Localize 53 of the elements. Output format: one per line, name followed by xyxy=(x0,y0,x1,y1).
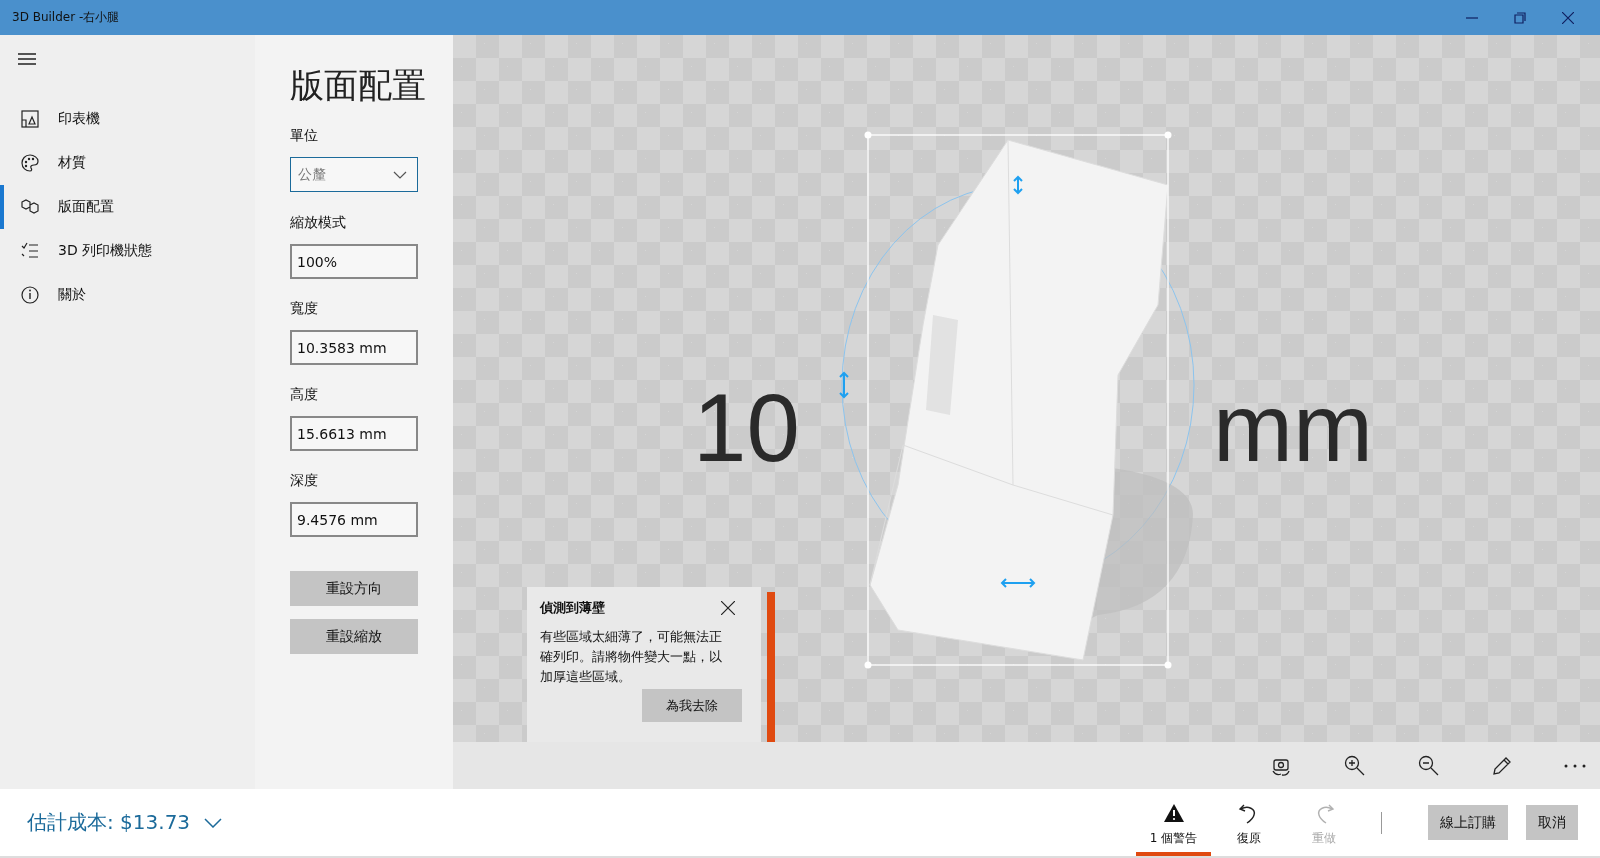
field-label: 寬度 xyxy=(290,300,318,318)
dropdown-value: 公釐 xyxy=(298,165,326,184)
more-icon[interactable] xyxy=(1564,763,1586,768)
zoom-out-icon[interactable] xyxy=(1418,754,1440,777)
palette-icon xyxy=(21,154,39,172)
pencil-icon[interactable] xyxy=(1492,755,1512,776)
action-label: 重做 xyxy=(1311,829,1336,847)
printer-icon xyxy=(21,110,39,128)
panel-title: 版面配置 xyxy=(290,64,426,107)
input-field[interactable]: 9.4576 mm xyxy=(290,502,418,537)
cost-dropdown[interactable]: 估計成本: $13.73 xyxy=(27,809,223,836)
field-label: 高度 xyxy=(290,386,318,404)
sidebar-item[interactable]: 3D 列印機狀態 xyxy=(0,229,255,273)
footer-button[interactable]: 取消 xyxy=(1526,805,1578,840)
warning-icon xyxy=(1162,802,1185,824)
checklist-icon xyxy=(21,242,39,260)
sidebar-item-label: 3D 列印機狀態 xyxy=(58,242,153,260)
input-field[interactable]: 15.6613 mm xyxy=(290,416,418,451)
toolbar-action[interactable]: 1 個警告 xyxy=(1136,789,1211,856)
fix-button[interactable]: 為我去除 xyxy=(642,689,742,722)
reset-button[interactable]: 重設方向 xyxy=(290,571,418,606)
reset-button[interactable]: 重設縮放 xyxy=(290,619,418,654)
sidebar-item-label: 版面配置 xyxy=(58,198,114,216)
popup-message: 有些區域太細薄了，可能無法正確列印。請將物件變大一點，以加厚這些區域。 xyxy=(540,628,723,686)
sidebar-item-label: 材質 xyxy=(58,154,86,172)
sidebar-item-label: 關於 xyxy=(58,286,86,304)
field-label: 縮放模式 xyxy=(290,214,346,232)
scale-label: 10 xyxy=(693,380,800,476)
sidebar-item-label: 印表機 xyxy=(58,110,100,128)
close-icon[interactable] xyxy=(721,601,735,615)
info-icon xyxy=(21,286,39,304)
minimize-icon[interactable] xyxy=(1466,16,1478,19)
window-title: 3D Builder -右小腿 xyxy=(12,9,120,26)
sidebar-item[interactable]: 印表機 xyxy=(0,97,255,141)
chevron-down-icon xyxy=(204,817,223,828)
field-label: 單位 xyxy=(290,127,318,145)
scale-label: mm xyxy=(1213,380,1373,476)
sidebar-item[interactable]: 關於 xyxy=(0,273,255,317)
toolbar-action[interactable]: 復原 xyxy=(1211,789,1286,856)
menu-icon[interactable] xyxy=(18,53,36,65)
action-label: 1 個警告 xyxy=(1149,829,1198,847)
zoom-in-icon[interactable] xyxy=(1344,754,1366,777)
input-field[interactable]: 10.3583 mm xyxy=(290,330,418,365)
sidebar-item[interactable]: 材質 xyxy=(0,141,255,185)
action-label: 復原 xyxy=(1236,829,1261,847)
footer-button[interactable]: 線上訂購 xyxy=(1428,805,1508,840)
cost-label: 估計成本: $13.73 xyxy=(27,809,191,836)
field-label: 深度 xyxy=(290,472,318,490)
popup-title: 偵測到薄壁 xyxy=(540,599,605,617)
chevron-down-icon xyxy=(393,170,407,179)
unit-dropdown[interactable]: 公釐 xyxy=(290,157,418,192)
input-field[interactable]: 100% xyxy=(290,244,418,279)
restore-icon[interactable] xyxy=(1514,11,1526,24)
